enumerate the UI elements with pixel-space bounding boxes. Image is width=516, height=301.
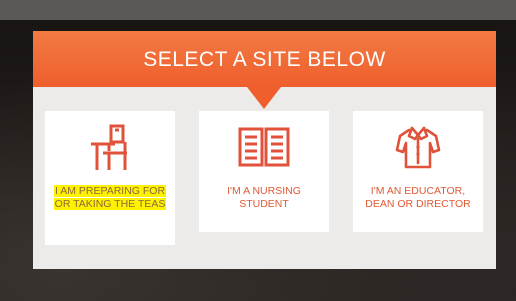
browser-top-band [0,0,516,20]
highlighted-label-text: I AM PREPARING FOR OR TAKING THE TEAS [53,185,167,210]
site-card-educator[interactable]: I'M AN EDUCATOR, DEAN OR DIRECTOR [353,111,483,232]
site-selector-modal: SELECT A SITE BELOW I AM PREPARING FOR O… [33,31,496,269]
open-book-icon [199,123,329,173]
site-card-label: I AM PREPARING FOR OR TAKING THE TEAS [53,185,167,211]
site-card-label: I'M AN EDUCATOR, DEAN OR DIRECTOR [365,185,471,210]
site-card-nursing-student[interactable]: I'M A NURSING STUDENT [199,111,329,232]
site-card-label: I'M A NURSING STUDENT [227,185,301,210]
modal-title: SELECT A SITE BELOW [143,48,386,71]
site-card-teas[interactable]: I AM PREPARING FOR OR TAKING THE TEAS [45,111,175,245]
modal-header: SELECT A SITE BELOW [33,31,496,87]
blouse-icon [353,123,483,173]
desk-chair-icon [45,123,175,173]
header-pointer-arrow [247,87,281,109]
